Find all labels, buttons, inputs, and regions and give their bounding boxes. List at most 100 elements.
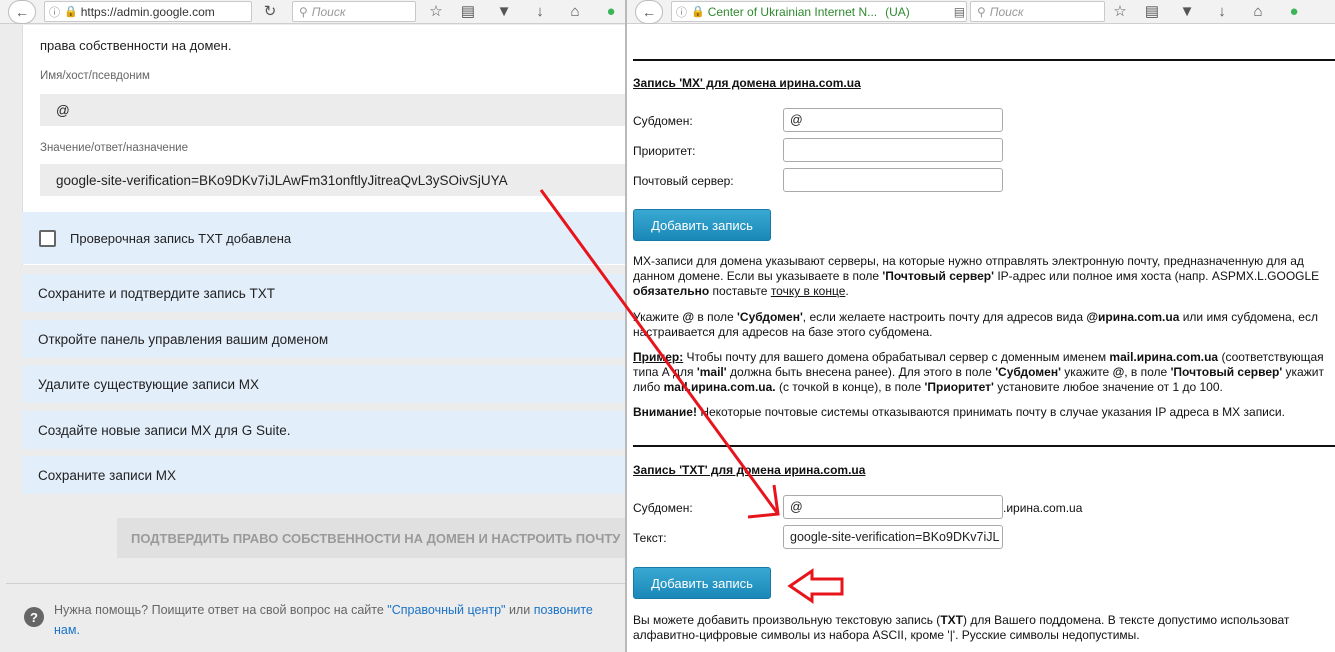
value-label: Значение/ответ/назначение xyxy=(40,142,189,154)
text: или имя субдомена, есл xyxy=(1179,310,1318,324)
site-country: (UA) xyxy=(885,4,910,19)
text: 'Почтовый сервер' xyxy=(882,269,994,283)
left-browser-toolbar: ← ⓘ 🔒 https://admin.google.com ↻ ⚲ Поиск… xyxy=(0,0,625,24)
clipboard-icon[interactable]: ▤ xyxy=(1143,3,1161,21)
right-browser-window: ← ⓘ 🔒 Center of Ukrainian Internet N... … xyxy=(627,0,1335,652)
url-text: https://admin.google.com xyxy=(80,4,215,19)
mx-priority-input[interactable] xyxy=(783,138,1003,162)
host-label: Имя/хост/псевдоним xyxy=(40,70,150,82)
info-icon[interactable]: ⓘ xyxy=(49,4,60,20)
text: Вы можете добавить произвольную текстову… xyxy=(633,613,941,627)
call-us-link-cont[interactable]: нам. xyxy=(54,623,80,637)
search-icon: ⚲ xyxy=(299,4,308,19)
txt-add-button[interactable]: Добавить запись xyxy=(633,567,771,599)
extension-icon[interactable]: ● xyxy=(1285,3,1303,21)
lock-icon: 🔒 xyxy=(64,6,78,18)
step-create-mx[interactable]: Создайте новые записи MX для G Suite. xyxy=(22,411,625,449)
verification-value-field[interactable]: google-site-verification=BKo9DKv7iJLAwFm… xyxy=(40,164,625,196)
text: 'mail' xyxy=(696,365,727,379)
text: укажит xyxy=(1282,365,1324,379)
text: , если желаете настроить почту для адрес… xyxy=(802,310,1087,324)
home-icon[interactable]: ⌂ xyxy=(1249,3,1267,21)
step-save-verify-txt[interactable]: Сохраните и подтвердите запись TXT xyxy=(22,274,625,312)
text: IP-адрес или полное имя хоста (напр. ASP… xyxy=(994,269,1320,283)
site-identity: Center of Ukrainian Internet N... xyxy=(707,4,878,19)
text: Некоторые почтовые системы отказываются … xyxy=(696,405,1285,419)
back-arrow-icon[interactable]: ← xyxy=(8,0,36,24)
confirm-ownership-button[interactable]: ПОДТВЕРДИТЬ ПРАВО СОБСТВЕННОСТИ НА ДОМЕН… xyxy=(117,518,625,558)
info-icon[interactable]: ⓘ xyxy=(676,4,687,20)
text: 'Субдомен' xyxy=(995,365,1061,379)
back-arrow-icon[interactable]: ← xyxy=(635,0,663,24)
txt-added-checkbox-row[interactable]: Проверочная запись TXT добавлена xyxy=(22,212,625,264)
star-icon[interactable]: ☆ xyxy=(427,3,445,21)
text: 'Почтовый сервер' xyxy=(1170,365,1283,379)
section-rule xyxy=(633,59,1335,61)
home-icon[interactable]: ⌂ xyxy=(566,3,584,21)
text: @ирина.com.ua xyxy=(1086,310,1180,324)
mx-server-input[interactable] xyxy=(783,168,1003,192)
text: Укажите xyxy=(633,310,683,324)
pocket-icon[interactable]: ▼ xyxy=(495,3,513,21)
text: , в поле xyxy=(1124,365,1171,379)
extension-icon[interactable]: ● xyxy=(602,3,620,21)
text: MX-записи для домена указывают серверы, … xyxy=(633,254,1304,268)
address-bar[interactable]: ⓘ 🔒 https://admin.google.com xyxy=(44,1,252,22)
txt-domain-suffix: .ирина.com.ua xyxy=(1003,501,1083,515)
text: должна быть внесена ранее). Для этого в … xyxy=(726,365,996,379)
hosting-panel: Запись 'MX' для домена ирина.com.ua Субд… xyxy=(627,25,1335,652)
step-save-mx[interactable]: Сохраните записи MX xyxy=(22,456,625,494)
search-input[interactable]: ⚲ Поиск xyxy=(292,1,416,22)
txt-added-checkbox[interactable] xyxy=(39,229,56,247)
reload-icon[interactable]: ↻ xyxy=(261,3,279,21)
mx-subdomain-input[interactable]: @ xyxy=(783,108,1003,132)
search-icon: ⚲ xyxy=(977,4,986,19)
help-center-link[interactable]: "Справочный центр" xyxy=(387,603,505,617)
text: 'Субдомен' xyxy=(737,310,803,324)
address-bar[interactable]: ⓘ 🔒 Center of Ukrainian Internet N... (U… xyxy=(671,1,967,22)
pocket-icon[interactable]: ▼ xyxy=(1178,3,1196,21)
search-placeholder: Поиск xyxy=(311,4,346,19)
text: @ xyxy=(682,310,695,324)
step-delete-mx[interactable]: Удалите существующие записи MX xyxy=(22,365,625,403)
text: обязательно xyxy=(633,284,710,298)
trailing-dot-link[interactable]: точку в конце xyxy=(771,284,846,298)
help-prefix: Нужна помощь? Поищите ответ на свой вопр… xyxy=(54,603,388,617)
call-us-link[interactable]: позвоните xyxy=(534,603,593,617)
intro-text: права собственности на домен. xyxy=(40,38,232,53)
txt-section-title: Запись 'TXT' для домена ирина.com.ua xyxy=(633,463,866,477)
help-text: Нужна помощь? Поищите ответ на свой вопр… xyxy=(54,600,625,640)
text: mail.ирина.com.ua xyxy=(1109,350,1219,364)
help-icon: ? xyxy=(24,607,44,627)
divider xyxy=(6,583,625,584)
example-paragraph: Пример: Чтобы почту для вашего домена об… xyxy=(633,350,1335,395)
mx-subdomain-label: Субдомен: xyxy=(633,114,693,128)
mx-priority-label: Приоритет: xyxy=(633,144,696,158)
help-mid: или xyxy=(505,603,534,617)
mx-section-title: Запись 'MX' для домена ирина.com.ua xyxy=(633,76,861,90)
mx-info-paragraph: MX-записи для домена указывают серверы, … xyxy=(633,254,1335,299)
left-browser-window: ← ⓘ 🔒 https://admin.google.com ↻ ⚲ Поиск… xyxy=(0,0,625,652)
download-icon[interactable]: ↓ xyxy=(1213,3,1231,21)
mx-add-button[interactable]: Добавить запись xyxy=(633,209,771,241)
subdomain-info-paragraph: Укажите @ в поле 'Субдомен', если желает… xyxy=(633,310,1335,340)
text: (с точкой в конце), в поле xyxy=(775,380,925,394)
text: . xyxy=(845,284,849,298)
step-open-domain-panel[interactable]: Откройте панель управления вашим доменом xyxy=(22,320,625,358)
text: mail.ирина.com.ua. xyxy=(663,380,776,394)
text: Чтобы почту для вашего домена обрабатыва… xyxy=(683,350,1110,364)
reader-icon[interactable]: ▤ xyxy=(954,5,965,19)
txt-text-input[interactable]: google-site-verification=BKo9DKv7iJL xyxy=(783,525,1003,549)
host-value-field[interactable]: @ xyxy=(40,94,625,126)
text: Внимание! xyxy=(633,405,697,419)
text: ) для Вашего поддомена. В тексте допусти… xyxy=(962,613,1290,627)
text: Пример: xyxy=(633,350,684,364)
star-icon[interactable]: ☆ xyxy=(1111,3,1129,21)
text: укажите xyxy=(1060,365,1113,379)
search-input[interactable]: ⚲ Поиск xyxy=(970,1,1105,22)
txt-info-paragraph: Вы можете добавить произвольную текстову… xyxy=(633,613,1335,643)
text: настраивается для адресов на базе этого … xyxy=(633,325,933,339)
txt-subdomain-input[interactable]: @ xyxy=(783,495,1003,519)
clipboard-icon[interactable]: ▤ xyxy=(459,3,477,21)
download-icon[interactable]: ↓ xyxy=(531,3,549,21)
